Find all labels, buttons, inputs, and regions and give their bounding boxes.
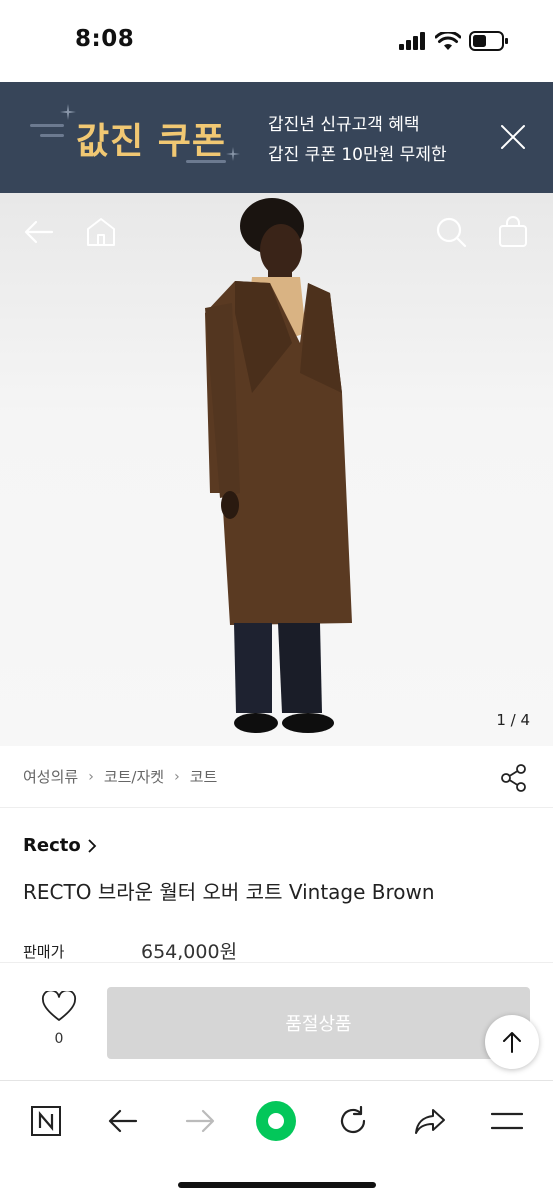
naver-n-button[interactable] xyxy=(24,1099,68,1143)
like-button[interactable]: 0 xyxy=(38,989,80,1047)
browser-toolbar xyxy=(0,1080,553,1200)
status-bar: 8:08 xyxy=(0,0,553,82)
breadcrumb-item[interactable]: 여성의류 xyxy=(23,766,78,787)
breadcrumb: 여성의류 › 코트/자켓 › 코트 xyxy=(23,766,217,787)
close-icon[interactable] xyxy=(500,124,526,150)
chevron-right-icon: › xyxy=(88,768,94,785)
product-image[interactable]: 1 / 4 xyxy=(0,193,553,746)
heart-icon xyxy=(42,989,76,1021)
decor-line xyxy=(30,124,64,127)
coupon-text-line2: 갑진 쿠폰 10만원 무제한 xyxy=(268,145,447,165)
hamburger-menu-icon xyxy=(491,1112,523,1130)
chevron-right-icon xyxy=(88,838,96,853)
browser-forward-button[interactable] xyxy=(178,1099,222,1143)
chevron-right-icon: › xyxy=(174,768,180,785)
breadcrumb-row: 여성의류 › 코트/자켓 › 코트 xyxy=(0,746,553,808)
soldout-button[interactable]: 품절상품 xyxy=(107,987,530,1059)
arrow-up-icon xyxy=(503,1032,521,1053)
price-value: 654,000원 xyxy=(141,941,238,963)
sparkle-icon xyxy=(60,104,76,120)
battery-icon xyxy=(469,31,508,51)
cellular-signal-icon xyxy=(399,32,425,50)
coupon-banner[interactable]: 값진 쿠폰 갑진년 신규고객 혜택 갑진 쿠폰 10만원 무제한 xyxy=(0,82,553,193)
scroll-top-button[interactable] xyxy=(485,1015,539,1069)
coupon-text-line1: 갑진년 신규고객 혜택 xyxy=(268,115,420,135)
status-icons xyxy=(399,31,509,51)
arrow-left-icon xyxy=(108,1109,138,1133)
sparkle-icon xyxy=(226,147,240,161)
menu-button[interactable] xyxy=(485,1099,529,1143)
status-time: 8:08 xyxy=(75,26,135,52)
like-count: 0 xyxy=(54,1031,64,1047)
purchase-bar: 0 품절상품 xyxy=(0,962,553,1080)
arrow-right-icon xyxy=(185,1109,215,1133)
wifi-icon xyxy=(435,31,461,50)
brand-link[interactable]: Recto xyxy=(23,835,97,856)
share-arrow-icon xyxy=(415,1109,445,1134)
decor-line xyxy=(40,134,64,137)
share-page-button[interactable] xyxy=(408,1099,452,1143)
refresh-button[interactable] xyxy=(331,1099,375,1143)
refresh-icon xyxy=(340,1106,366,1134)
naver-n-icon xyxy=(31,1106,61,1136)
model-photo xyxy=(205,198,352,733)
browser-back-button[interactable] xyxy=(101,1099,145,1143)
coupon-logo: 값진 쿠폰 xyxy=(76,121,227,162)
brand-name: Recto xyxy=(23,835,81,856)
breadcrumb-item[interactable]: 코트/자켓 xyxy=(104,766,164,787)
green-dot-button[interactable] xyxy=(254,1099,298,1143)
share-icon[interactable] xyxy=(499,763,529,793)
green-dot-icon xyxy=(256,1101,296,1141)
price-label: 판매가 xyxy=(23,943,65,961)
home-icon[interactable] xyxy=(84,215,118,249)
image-counter: 1 / 4 xyxy=(496,711,530,729)
home-indicator xyxy=(178,1182,376,1188)
product-title: RECTO 브라운 월터 오버 코트 Vintage Brown xyxy=(23,880,435,904)
shopping-bag-icon[interactable] xyxy=(496,215,530,249)
search-icon[interactable] xyxy=(434,215,468,249)
back-arrow-icon[interactable] xyxy=(22,215,56,249)
breadcrumb-item[interactable]: 코트 xyxy=(190,766,218,787)
